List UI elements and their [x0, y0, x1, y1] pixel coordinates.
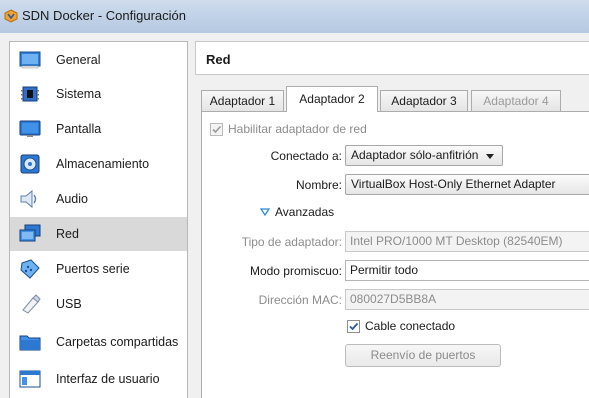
- tab-adaptador-3[interactable]: Adaptador 3: [380, 90, 468, 112]
- sidebar-item-shared-folders[interactable]: Carpetas compartidas: [10, 322, 187, 362]
- sidebar-item-label: Audio: [56, 192, 88, 206]
- sidebar-item-label: Carpetas compartidas: [56, 335, 179, 349]
- promiscuous-mode-select[interactable]: Permitir todo: [345, 260, 589, 281]
- advanced-toggle[interactable]: Avanzadas: [275, 205, 334, 219]
- adapter-type-value: Intel PRO/1000 MT Desktop (82540EM): [350, 234, 563, 248]
- adapter-name-label: Nombre:: [295, 178, 342, 192]
- sidebar-item-label: Red: [56, 227, 79, 241]
- chevron-down-icon: [486, 154, 494, 159]
- cable-connected-label: Cable conectado: [365, 319, 456, 333]
- tab-adaptador-1[interactable]: Adaptador 1: [201, 90, 284, 112]
- mac-address-value: 080027D5BB8A: [350, 292, 437, 306]
- adapter-panel: Habilitar adaptador de red Conectado a: …: [201, 111, 589, 398]
- promiscuous-mode-label: Modo promiscuo:: [249, 264, 342, 278]
- adapter-type-select[interactable]: Intel PRO/1000 MT Desktop (82540EM): [345, 231, 589, 252]
- sidebar-item-label: Pantalla: [56, 122, 102, 136]
- attached-to-label: Conectado a:: [270, 149, 342, 163]
- adapter-name-select[interactable]: VirtualBox Host-Only Ethernet Adapter: [345, 174, 589, 195]
- virtualbox-icon: [4, 9, 18, 23]
- storage-disk-icon: [20, 154, 40, 174]
- port-forwarding-button[interactable]: Reenvío de puertos: [345, 344, 501, 367]
- display-monitor-icon: [19, 120, 41, 137]
- sidebar-item-serial-ports[interactable]: Puertos serie: [10, 252, 187, 286]
- sidebar-item-storage[interactable]: Almacenamiento: [10, 147, 187, 181]
- shared-folder-icon: [19, 335, 41, 351]
- mac-address-field[interactable]: 080027D5BB8A: [345, 289, 589, 310]
- network-icon: [19, 224, 41, 242]
- sidebar-item-label: Interfaz de usuario: [56, 372, 160, 386]
- usb-icon: [22, 294, 41, 314]
- sidebar-item-label: Almacenamiento: [56, 157, 150, 171]
- settings-main: Red Adaptador 1 Adaptador 2 Adaptador 3 …: [195, 41, 589, 398]
- sidebar-item-network[interactable]: Red: [10, 217, 187, 251]
- serial-port-icon: [20, 259, 40, 279]
- tab-adaptador-2[interactable]: Adaptador 2: [286, 86, 378, 112]
- page-header: Red: [195, 41, 589, 75]
- sidebar-item-audio[interactable]: Audio: [10, 182, 187, 216]
- sidebar-item-label: Puertos serie: [56, 262, 130, 276]
- sidebar-item-user-interface[interactable]: Interfaz de usuario: [10, 362, 187, 396]
- sidebar-item-display[interactable]: Pantalla: [10, 112, 187, 146]
- sidebar-item-usb[interactable]: USB: [10, 287, 187, 321]
- triangle-down-icon[interactable]: [260, 208, 270, 216]
- sidebar-item-label: USB: [56, 297, 82, 311]
- promiscuous-mode-value: Permitir todo: [350, 263, 419, 277]
- title-bar: SDN Docker - Configuración: [0, 0, 589, 33]
- enable-adapter-label: Habilitar adaptador de red: [228, 122, 367, 136]
- enable-adapter-checkbox[interactable]: [210, 123, 223, 136]
- user-interface-icon: [19, 370, 41, 388]
- system-chip-icon: [21, 86, 39, 102]
- adapter-type-label: Tipo de adaptador:: [241, 235, 342, 249]
- audio-speaker-icon: [20, 189, 37, 209]
- attached-to-value: Adaptador sólo-anfitrión: [351, 148, 479, 162]
- adapter-tabs: Adaptador 1 Adaptador 2 Adaptador 3 Adap…: [201, 86, 589, 112]
- sidebar-item-label: Sistema: [56, 87, 102, 101]
- general-icon: [19, 51, 41, 69]
- sidebar-item-general[interactable]: General: [10, 43, 187, 77]
- mac-address-label: Dirección MAC:: [258, 293, 342, 307]
- sidebar-item-system[interactable]: Sistema: [10, 77, 187, 111]
- attached-to-select[interactable]: Adaptador sólo-anfitrión: [345, 145, 503, 166]
- sidebar-item-label: General: [56, 53, 101, 67]
- adapter-name-value: VirtualBox Host-Only Ethernet Adapter: [351, 177, 556, 191]
- page-title: Red: [206, 52, 231, 67]
- tab-adaptador-4[interactable]: Adaptador 4: [471, 90, 561, 112]
- settings-sidebar: General Sistema Pantalla Almacenamiento: [9, 41, 188, 398]
- window-title: SDN Docker - Configuración: [22, 8, 187, 23]
- cable-connected-checkbox[interactable]: [347, 320, 360, 333]
